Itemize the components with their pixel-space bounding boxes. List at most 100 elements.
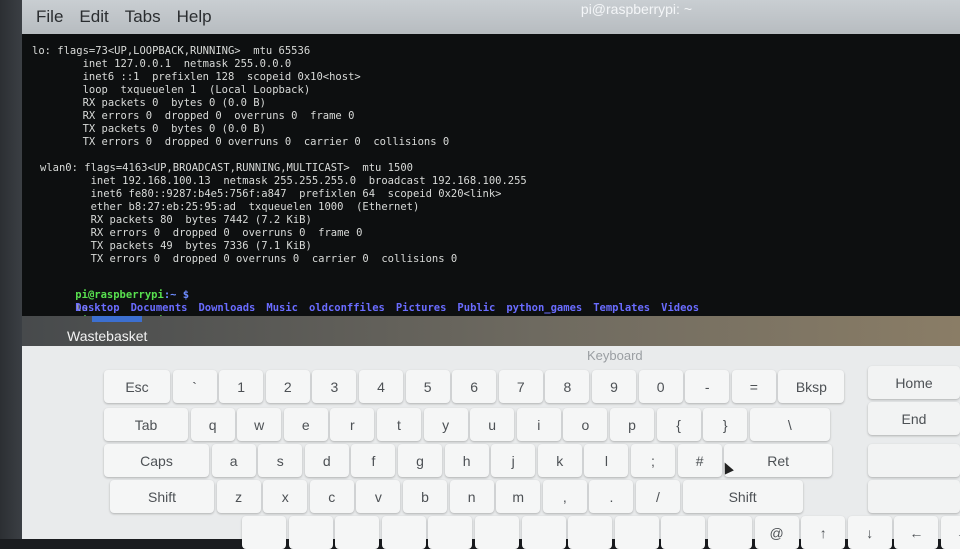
key-m[interactable]: m: [496, 480, 541, 513]
key-blank[interactable]: [521, 516, 566, 549]
key-g[interactable]: g: [398, 444, 442, 477]
key-z[interactable]: z: [216, 480, 261, 513]
key-v[interactable]: v: [356, 480, 401, 513]
key-6[interactable]: 6: [452, 370, 497, 403]
key-7[interactable]: 7: [498, 370, 543, 403]
key-blank[interactable]: [868, 444, 960, 477]
key-symbol[interactable]: /: [636, 480, 680, 513]
key-w[interactable]: w: [237, 408, 282, 441]
terminal-line: loop txqueuelen 1 (Local Loopback): [32, 84, 311, 96]
menu-tabs[interactable]: Tabs: [125, 7, 161, 27]
key-i[interactable]: i: [516, 408, 561, 441]
key-u[interactable]: u: [470, 408, 515, 441]
key-blank[interactable]: [868, 480, 960, 513]
key-symbol[interactable]: .: [589, 480, 634, 513]
key-ret[interactable]: Ret: [724, 444, 833, 477]
key-y[interactable]: y: [423, 408, 468, 441]
key-x[interactable]: x: [263, 480, 308, 513]
menu-edit[interactable]: Edit: [79, 7, 108, 27]
ls-entry: Downloads: [198, 302, 256, 314]
key-esc[interactable]: Esc: [104, 370, 170, 403]
key-b[interactable]: b: [403, 480, 447, 513]
key-blank[interactable]: [661, 516, 706, 549]
key-symbol[interactable]: =: [731, 370, 776, 403]
key-a[interactable]: a: [211, 444, 256, 477]
key-blank[interactable]: [381, 516, 426, 549]
desktop-icon-highlight[interactable]: [92, 316, 142, 322]
key-home[interactable]: Home: [868, 366, 960, 399]
menu-help[interactable]: Help: [177, 7, 212, 27]
terminal-line: TX packets 0 bytes 0 (0.0 B): [32, 123, 266, 135]
key-blank[interactable]: [475, 516, 519, 549]
key-j[interactable]: j: [491, 444, 536, 477]
ls-entry: Videos: [661, 302, 700, 314]
key-tab[interactable]: Tab: [104, 408, 188, 441]
key-blank[interactable]: [335, 516, 380, 549]
screen-bezel: [0, 0, 22, 539]
key-4[interactable]: 4: [359, 370, 403, 403]
terminal-line: TX errors 0 dropped 0 overruns 0 carrier…: [40, 253, 458, 265]
key-symbol[interactable]: ↓: [847, 516, 892, 549]
key-symbol[interactable]: ↑: [801, 516, 846, 549]
key-s[interactable]: s: [258, 444, 303, 477]
terminal-line: inet 192.168.100.13 netmask 255.255.255.…: [40, 175, 527, 187]
key-symbol[interactable]: }: [703, 408, 748, 441]
key-caps[interactable]: Caps: [104, 444, 209, 477]
key-blank[interactable]: [568, 516, 613, 549]
active-prompt-line[interactable]: pi@raspberrypi:~ $: [50, 302, 200, 316]
key-symbol[interactable]: \: [749, 408, 830, 441]
key-symbol[interactable]: ;: [631, 444, 675, 477]
key-l[interactable]: l: [584, 444, 629, 477]
key-bksp[interactable]: Bksp: [778, 370, 845, 403]
key-blank[interactable]: [708, 516, 752, 549]
ls-entry: oldconffiles: [308, 302, 385, 314]
key-end[interactable]: End: [868, 402, 960, 435]
wastebasket-label[interactable]: Wastebasket: [67, 328, 147, 344]
ls-entry: Pictures: [395, 302, 447, 314]
key-n[interactable]: n: [449, 480, 494, 513]
key-p[interactable]: p: [610, 408, 654, 441]
terminal-line: lo: flags=73<UP,LOOPBACK,RUNNING> mtu 65…: [32, 45, 311, 57]
key-q[interactable]: q: [190, 408, 235, 441]
key-shift[interactable]: Shift: [682, 480, 803, 513]
key-3[interactable]: 3: [312, 370, 357, 403]
desktop-background: Wastebasket: [22, 316, 960, 346]
key-symbol[interactable]: ,: [542, 480, 587, 513]
key-symbol[interactable]: -: [685, 370, 730, 403]
key-2[interactable]: 2: [265, 370, 310, 403]
key-symbol[interactable]: {: [656, 408, 701, 441]
key-shift[interactable]: Shift: [110, 480, 214, 513]
key-symbol[interactable]: ←: [894, 516, 939, 549]
key-symbol[interactable]: #: [677, 444, 722, 477]
ls-entry: Music: [266, 302, 298, 314]
key-blank[interactable]: [428, 516, 473, 549]
key-8[interactable]: 8: [545, 370, 590, 403]
key-k[interactable]: k: [537, 444, 582, 477]
key-o[interactable]: o: [563, 408, 608, 441]
key-blank[interactable]: [614, 516, 659, 549]
menu-file[interactable]: File: [36, 7, 63, 27]
terminal-line: inet6 fe80::9287:b4e5:756f:a847 prefixle…: [40, 188, 502, 200]
terminal-line: RX errors 0 dropped 0 overruns 0 frame 0: [40, 227, 363, 239]
key-f[interactable]: f: [351, 444, 396, 477]
key-t[interactable]: t: [377, 408, 421, 441]
key-h[interactable]: h: [444, 444, 489, 477]
terminal-line: RX errors 0 dropped 0 overruns 0 frame 0: [32, 110, 355, 122]
key-blank[interactable]: [288, 516, 333, 549]
key-blank[interactable]: [242, 516, 286, 549]
key-c[interactable]: c: [309, 480, 354, 513]
key-1[interactable]: 1: [219, 370, 264, 403]
key-9[interactable]: 9: [592, 370, 636, 403]
key-e[interactable]: e: [283, 408, 328, 441]
key-5[interactable]: 5: [405, 370, 450, 403]
key-symbol[interactable]: →: [941, 516, 960, 549]
key-d[interactable]: d: [304, 444, 349, 477]
terminal-menubar: File Edit Tabs Help pi@raspberrypi: ~: [22, 0, 960, 34]
ls-entry: Public: [457, 302, 496, 314]
terminal-output[interactable]: lo: flags=73<UP,LOOPBACK,RUNNING> mtu 65…: [22, 34, 960, 316]
key-r[interactable]: r: [330, 408, 375, 441]
key-0[interactable]: 0: [638, 370, 683, 403]
terminal-line: inet6 ::1 prefixlen 128 scopeid 0x10<hos…: [32, 71, 361, 83]
key-symbol[interactable]: `: [172, 370, 217, 403]
key-symbol[interactable]: @: [754, 516, 799, 549]
